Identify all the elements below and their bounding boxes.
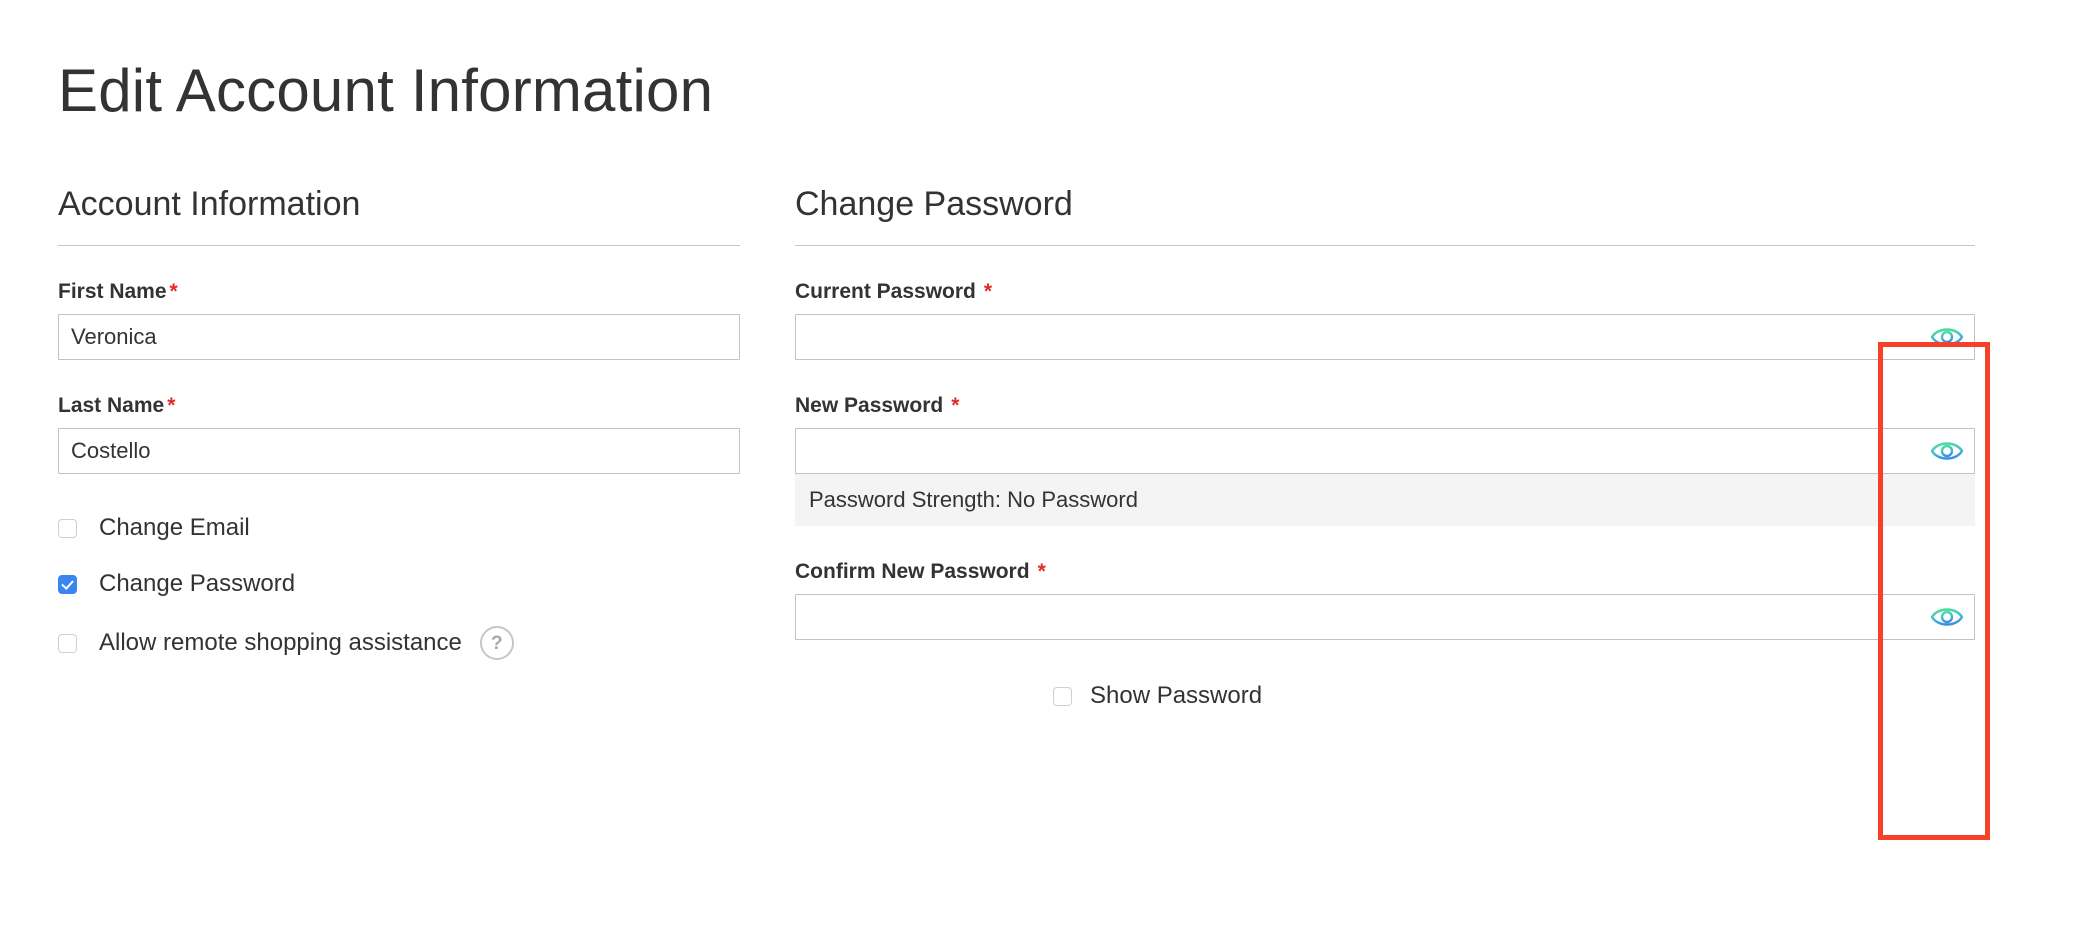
required-asterisk: * bbox=[169, 280, 178, 304]
required-asterisk: * bbox=[1037, 560, 1046, 584]
change-password-label: Change Password bbox=[99, 570, 296, 598]
confirm-new-password-input-wrap bbox=[795, 594, 1975, 641]
first-name-input-wrap bbox=[58, 314, 740, 361]
first-name-label-text: First Name bbox=[58, 280, 167, 304]
change-password-checkbox[interactable] bbox=[58, 574, 77, 594]
change-email-checkbox[interactable] bbox=[58, 518, 77, 538]
edit-account-information-page: Edit Account Information Account Informa… bbox=[0, 0, 2078, 952]
last-name-input[interactable] bbox=[58, 428, 740, 475]
current-password-label-text: Current Password bbox=[795, 280, 976, 304]
change-password-option[interactable]: Change Password bbox=[58, 570, 740, 598]
current-password-field-group: Current Password * bbox=[795, 280, 1975, 361]
required-asterisk: * bbox=[983, 280, 993, 304]
current-password-label: Current Password * bbox=[795, 280, 1975, 304]
confirm-new-password-label-text: Confirm New Password bbox=[795, 560, 1030, 584]
allow-remote-shopping-assistance-checkbox[interactable] bbox=[58, 633, 77, 653]
current-password-input[interactable] bbox=[795, 314, 1975, 361]
change-password-section: Change Password Current Password * New P… bbox=[795, 185, 1975, 710]
new-password-field-group: New Password * Password Strength: No Pas… bbox=[795, 394, 1975, 527]
new-password-input[interactable] bbox=[795, 428, 1975, 475]
current-password-input-wrap bbox=[795, 314, 1975, 361]
last-name-label-text: Last Name bbox=[58, 394, 165, 418]
confirm-new-password-visibility-toggle[interactable] bbox=[1925, 600, 1969, 634]
show-password-label: Show Password bbox=[1090, 682, 1263, 710]
account-options-list: Change Email Change Password Allow remot… bbox=[58, 514, 740, 661]
change-password-legend: Change Password bbox=[795, 185, 1975, 247]
current-password-visibility-toggle[interactable] bbox=[1925, 320, 1969, 354]
confirm-new-password-label: Confirm New Password * bbox=[795, 560, 1975, 584]
last-name-label: Last Name * bbox=[58, 394, 740, 418]
new-password-label: New Password * bbox=[795, 394, 1975, 418]
password-strength-meter: Password Strength: No Password bbox=[795, 474, 1975, 527]
eye-icon bbox=[1930, 324, 1964, 350]
required-asterisk: * bbox=[167, 394, 176, 418]
new-password-visibility-toggle[interactable] bbox=[1925, 434, 1969, 468]
last-name-input-wrap bbox=[58, 428, 740, 475]
eye-icon bbox=[1930, 438, 1964, 464]
eye-icon bbox=[1930, 604, 1964, 630]
new-password-label-text: New Password bbox=[795, 394, 944, 418]
first-name-input[interactable] bbox=[58, 314, 740, 361]
question-mark-icon[interactable]: ? bbox=[479, 626, 514, 661]
change-email-option[interactable]: Change Email bbox=[58, 514, 740, 542]
account-information-section: Account Information First Name* Last Nam… bbox=[58, 185, 740, 661]
first-name-label: First Name * bbox=[58, 280, 740, 304]
account-information-legend: Account Information bbox=[58, 185, 740, 247]
change-email-label: Change Email bbox=[99, 514, 250, 542]
new-password-input-wrap bbox=[795, 428, 1975, 475]
required-asterisk: * bbox=[951, 394, 960, 418]
confirm-new-password-input[interactable] bbox=[795, 594, 1975, 641]
show-password-option[interactable]: Show Password bbox=[1053, 682, 1975, 710]
confirm-new-password-field-group: Confirm New Password * bbox=[795, 560, 1975, 641]
last-name-field-group: Last Name * bbox=[58, 394, 740, 475]
show-password-checkbox[interactable] bbox=[1053, 686, 1072, 706]
allow-remote-shopping-assistance-label: Allow remote shopping assistance bbox=[99, 629, 462, 657]
page-title: Edit Account Information bbox=[58, 57, 714, 125]
first-name-field-group: First Name * bbox=[58, 280, 740, 361]
password-strength-text: Password Strength: No Password bbox=[809, 487, 1138, 513]
allow-remote-shopping-assistance-option[interactable]: Allow remote shopping assistance ? bbox=[58, 626, 740, 661]
